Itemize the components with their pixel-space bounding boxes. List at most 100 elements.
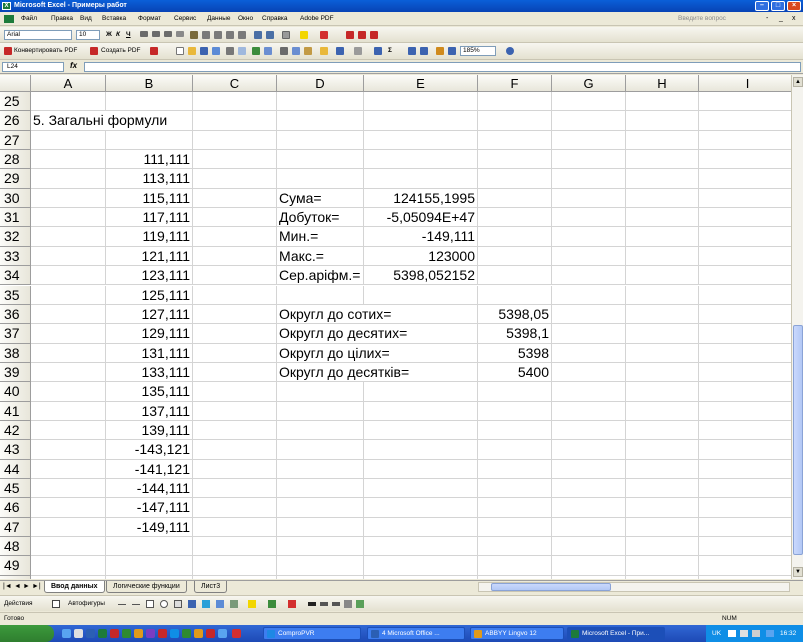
cell-f39[interactable]: 5400 — [478, 362, 552, 383]
cell-a26[interactable]: 5. Загальні формули — [31, 111, 167, 131]
cell-b45[interactable]: -144,111 — [106, 479, 193, 499]
autoshapes-menu-button[interactable]: Автофигуры — [68, 600, 105, 607]
tray-icon-3[interactable] — [752, 630, 760, 637]
cell-b50[interactable] — [106, 575, 193, 579]
cell-e28[interactable] — [364, 150, 478, 170]
pdf-icon[interactable] — [346, 31, 354, 39]
borders-icon[interactable] — [282, 31, 290, 39]
cell-a35[interactable] — [31, 285, 106, 305]
taskbar-item-office[interactable]: 4 Microsoft Office ... — [367, 627, 465, 640]
cell-c30[interactable] — [193, 188, 277, 209]
line-style-icon[interactable] — [308, 602, 316, 606]
cell-a29[interactable] — [31, 169, 106, 189]
cell-b31[interactable]: 117,111 — [106, 208, 193, 228]
cell-f44[interactable] — [478, 459, 552, 479]
ask-question-input[interactable]: Введите вопрос — [678, 15, 726, 22]
cell-i43[interactable] — [699, 440, 791, 460]
row-header-26[interactable]: 26 — [0, 111, 31, 131]
hyperlink-icon[interactable] — [374, 47, 382, 55]
cell-c41[interactable] — [193, 401, 277, 421]
row-header-37[interactable]: 37 — [0, 324, 31, 344]
maximize-icon[interactable]: □ — [771, 1, 785, 11]
cell-e49[interactable] — [364, 556, 478, 576]
cell-i28[interactable] — [699, 150, 791, 170]
cell-c32[interactable] — [193, 227, 277, 247]
cell-g39[interactable] — [552, 362, 626, 383]
clipart-icon[interactable] — [216, 600, 224, 608]
close-icon[interactable]: × — [787, 1, 801, 11]
decrease-decimal-icon[interactable] — [238, 31, 246, 39]
cell-d30[interactable]: Сума= — [277, 188, 364, 209]
cell-d48[interactable] — [277, 537, 364, 557]
cell-g32[interactable] — [552, 227, 626, 247]
menu-edit[interactable]: Правка — [51, 15, 73, 22]
increase-decimal-icon[interactable] — [226, 31, 234, 39]
convert-pdf-button[interactable]: Конвертировать PDF — [14, 47, 77, 54]
row-header-38[interactable]: 38 — [0, 343, 31, 363]
cell-a46[interactable] — [31, 498, 106, 518]
cell-a48[interactable] — [31, 537, 106, 557]
row-header-44[interactable]: 44 — [0, 459, 31, 479]
cell-e30[interactable]: 124155,1995 — [364, 188, 478, 209]
column-header-i[interactable]: I — [699, 75, 791, 92]
row-header-41[interactable]: 41 — [0, 401, 31, 421]
cell-g35[interactable] — [552, 285, 626, 305]
cell-h44[interactable] — [626, 459, 699, 479]
cell-e43[interactable] — [364, 440, 478, 460]
cell-g28[interactable] — [552, 150, 626, 170]
cell-i38[interactable] — [699, 344, 791, 363]
tray-icon-1[interactable] — [728, 630, 736, 637]
row-header-43[interactable]: 43 — [0, 440, 31, 460]
cell-e42[interactable] — [364, 420, 478, 441]
cell-d41[interactable] — [277, 401, 364, 421]
cell-e27[interactable] — [364, 130, 478, 151]
autosum-icon[interactable]: Σ — [388, 47, 392, 54]
cell-g41[interactable] — [552, 401, 626, 421]
cell-e25[interactable] — [364, 92, 478, 112]
cell-h26[interactable] — [626, 111, 699, 131]
arrow-icon[interactable] — [132, 604, 140, 605]
fill-color-icon[interactable] — [300, 31, 308, 39]
cell-d28[interactable] — [277, 150, 364, 170]
cell-e29[interactable] — [364, 169, 478, 189]
column-header-f[interactable]: F — [478, 75, 552, 92]
cell-d42[interactable] — [277, 420, 364, 441]
cell-a40[interactable] — [31, 382, 106, 402]
cell-d34[interactable]: Сер.аріфм.= — [277, 266, 364, 286]
minimize-icon[interactable]: – — [755, 1, 769, 11]
cell-d31[interactable]: Добуток= — [277, 208, 364, 228]
cell-f48[interactable] — [478, 537, 552, 557]
cell-a42[interactable] — [31, 420, 106, 441]
cell-d35[interactable] — [277, 285, 364, 305]
permission-icon[interactable] — [212, 47, 220, 55]
decrease-indent-icon[interactable] — [254, 31, 262, 39]
cell-d50[interactable] — [277, 575, 364, 579]
italic-icon[interactable]: К — [116, 31, 120, 38]
cell-b28[interactable]: 111,111 — [106, 150, 193, 170]
cell-a43[interactable] — [31, 440, 106, 460]
cell-h38[interactable] — [626, 343, 699, 363]
cell-b42[interactable]: 139,111 — [106, 420, 193, 441]
cell-f41[interactable] — [478, 401, 552, 421]
cell-b35[interactable]: 125,111 — [106, 285, 193, 305]
cell-b43[interactable]: -143,121 — [106, 440, 193, 460]
paste-icon[interactable] — [304, 47, 312, 55]
cell-i45[interactable] — [699, 479, 791, 499]
cell-h31[interactable] — [626, 208, 699, 228]
row-header-30[interactable]: 30 — [0, 188, 31, 209]
quicklaunch-ie-icon[interactable] — [62, 629, 71, 638]
cell-h27[interactable] — [626, 130, 699, 151]
cell-h50[interactable] — [626, 575, 699, 579]
cell-d44[interactable] — [277, 459, 364, 479]
cell-b37[interactable]: 129,111 — [106, 324, 193, 344]
cell-c38[interactable] — [193, 343, 277, 363]
cut-icon[interactable] — [280, 47, 288, 55]
menu-format[interactable]: Формат — [138, 15, 161, 22]
underline-icon[interactable]: Ч — [126, 31, 131, 38]
cell-c37[interactable] — [193, 324, 277, 344]
cell-h30[interactable] — [626, 188, 699, 209]
cell-e44[interactable] — [364, 459, 478, 479]
cell-f33[interactable] — [478, 246, 552, 267]
cell-b44[interactable]: -141,121 — [106, 459, 193, 479]
cell-f47[interactable] — [478, 517, 552, 538]
